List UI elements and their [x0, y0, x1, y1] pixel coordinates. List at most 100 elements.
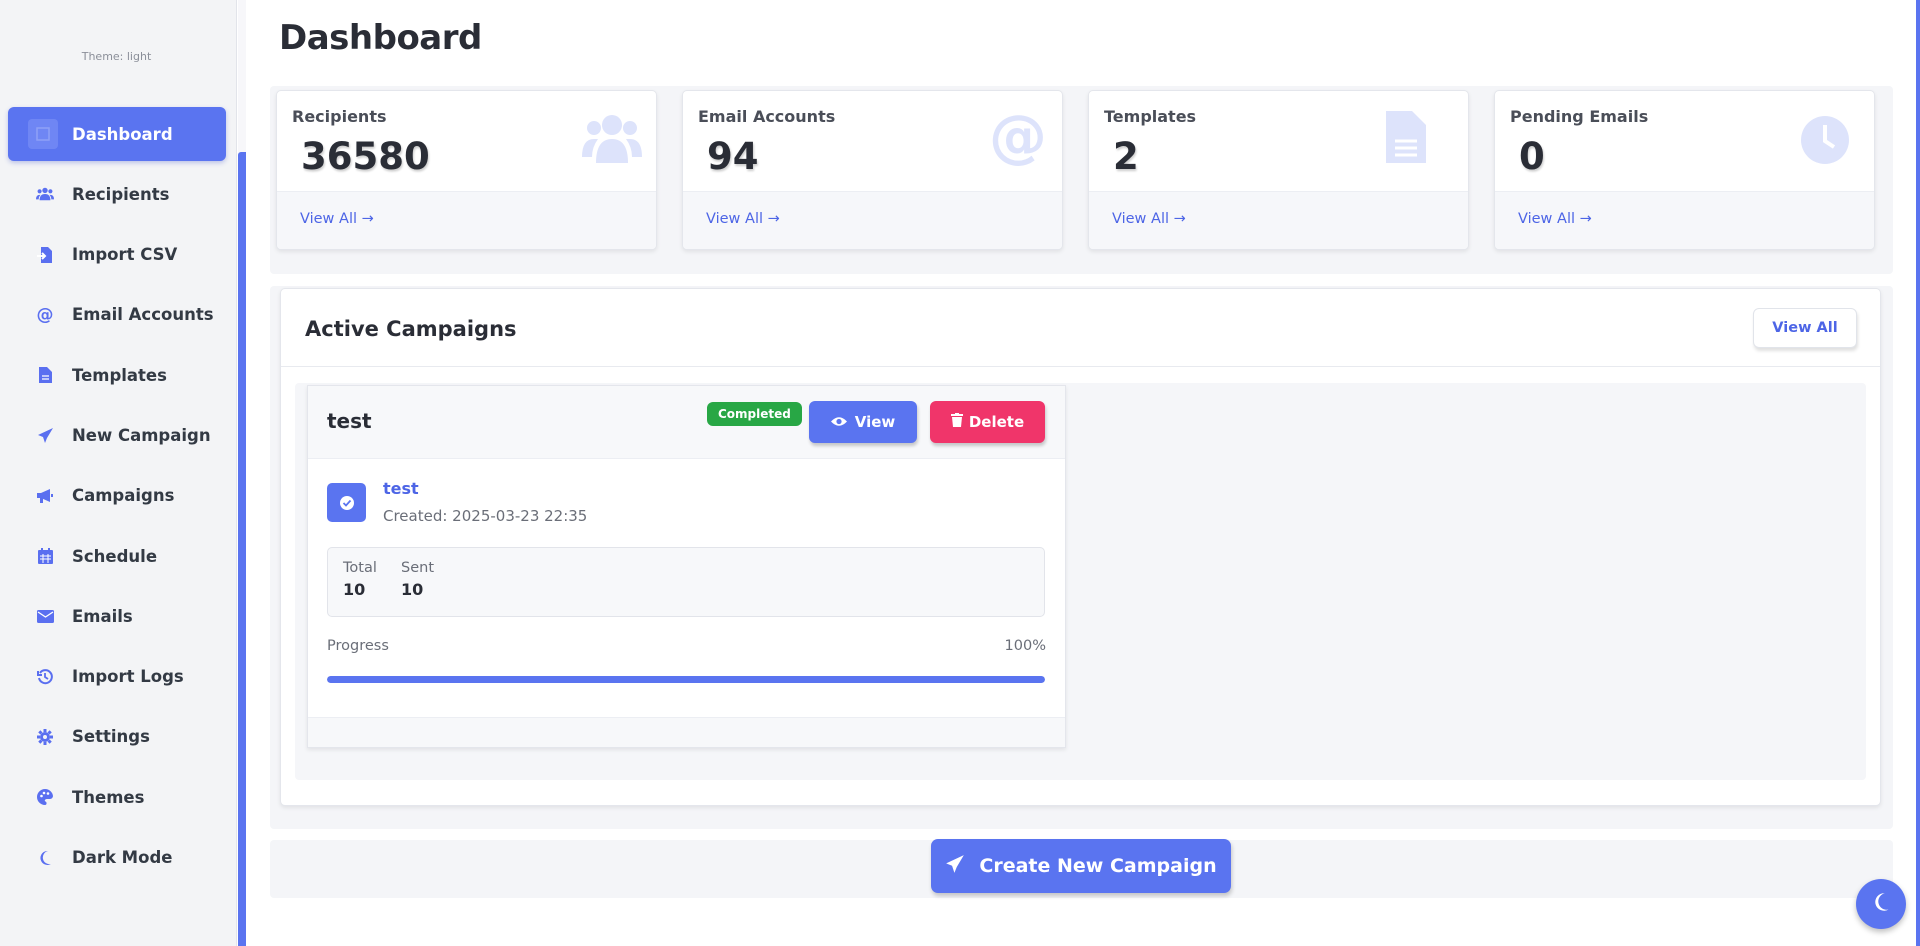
active-campaigns-title: Active Campaigns	[305, 317, 517, 341]
stat-footer: View All →	[1495, 191, 1874, 249]
sidebar-item-templates[interactable]: Templates	[8, 348, 226, 402]
page-title: Dashboard	[279, 18, 482, 58]
sidebar-item-recipients[interactable]: Recipients	[8, 167, 226, 221]
campaign-item: test Completed View Delete test Created:…	[307, 385, 1066, 748]
sidebar-item-label: Campaigns	[72, 486, 175, 506]
campaign-created-date: Created: 2025-03-23 22:35	[383, 507, 588, 525]
campaign-list: test Completed View Delete test Created:…	[295, 383, 1866, 780]
palette-icon	[36, 788, 54, 806]
stats-row: Recipients 36580 View All → Email Accoun…	[270, 86, 1893, 274]
page-scrollbar[interactable]	[1916, 0, 1920, 946]
progress-bar-fill	[327, 676, 1045, 683]
campaign-item-header: test Completed View Delete	[308, 386, 1065, 459]
sidebar: Theme: light Dashboard Recipients Import…	[0, 0, 237, 946]
status-badge: Completed	[707, 402, 802, 426]
calendar-icon	[36, 547, 54, 565]
stat-sent-value: 10	[401, 580, 424, 599]
eye-icon	[830, 413, 847, 431]
progress-label: Progress	[327, 638, 389, 654]
stat-title: Pending Emails	[1510, 107, 1649, 126]
sidebar-item-new-campaign[interactable]: New Campaign	[8, 408, 226, 462]
paper-plane-icon	[36, 426, 54, 444]
view-all-campaigns-button[interactable]: View All	[1753, 308, 1857, 348]
sidebar-item-label: Schedule	[72, 546, 158, 566]
trash-icon	[950, 413, 963, 431]
stat-card-recipients: Recipients 36580 View All →	[276, 90, 657, 250]
view-button-label: View	[854, 413, 896, 431]
campaign-name: test	[327, 409, 372, 433]
campaign-item-footer	[308, 717, 1065, 747]
sidebar-item-email-accounts[interactable]: @ Email Accounts	[8, 288, 226, 342]
active-campaigns-panel: Active Campaigns View All test Completed…	[270, 286, 1893, 829]
file-icon	[1386, 111, 1446, 171]
stat-card-email-accounts: Email Accounts 94 @ View All →	[682, 90, 1063, 250]
view-all-templates-link[interactable]: View All →	[1112, 211, 1186, 227]
stat-card-pending-emails: Pending Emails 0 View All →	[1494, 90, 1875, 250]
stat-total-value: 10	[343, 580, 366, 599]
view-campaign-button[interactable]: View	[809, 401, 917, 443]
check-circle-icon	[327, 483, 366, 522]
progress-percent: 100%	[1004, 638, 1046, 654]
main-content: Dashboard Recipients 36580 View All → Em…	[246, 0, 1920, 946]
sidebar-item-label: Email Accounts	[72, 305, 214, 325]
theme-label: Theme: light	[81, 50, 152, 63]
sidebar-item-label: Templates	[72, 365, 167, 385]
paper-plane-icon	[945, 854, 965, 879]
sidebar-item-label: Recipients	[72, 184, 170, 204]
moon-icon	[36, 849, 54, 867]
sidebar-item-import-logs[interactable]: Import Logs	[8, 650, 226, 704]
view-all-recipients-link[interactable]: View All →	[300, 211, 374, 227]
stat-footer: View All →	[1089, 191, 1468, 249]
users-icon	[582, 111, 642, 171]
sidebar-item-import-csv[interactable]: Import CSV	[8, 228, 226, 282]
stat-footer: View All →	[277, 191, 656, 249]
users-icon	[36, 185, 54, 203]
gear-icon	[36, 728, 54, 746]
stat-total-label: Total	[343, 560, 377, 576]
sidebar-item-label: Settings	[72, 727, 150, 747]
sidebar-item-emails[interactable]: Emails	[8, 589, 226, 643]
active-campaigns-header: Active Campaigns View All	[281, 289, 1880, 367]
stat-title: Recipients	[292, 107, 387, 126]
delete-campaign-button[interactable]: Delete	[930, 401, 1045, 443]
at-icon: @	[36, 304, 54, 325]
delete-button-label: Delete	[968, 413, 1025, 431]
campaign-link[interactable]: test	[383, 479, 419, 498]
campaign-stats: Total 10 Sent 10	[327, 547, 1045, 617]
sidebar-item-label: Themes	[72, 787, 145, 807]
history-icon	[36, 668, 54, 686]
dark-mode-toggle-button[interactable]	[1856, 879, 1906, 929]
stat-value: 2	[1113, 135, 1139, 178]
progress-bar	[327, 676, 1045, 683]
stat-footer: View All →	[683, 191, 1062, 249]
bullhorn-icon	[36, 487, 54, 505]
envelope-icon	[36, 607, 54, 625]
stat-title: Email Accounts	[698, 107, 836, 126]
file-import-icon	[36, 246, 54, 264]
stat-value: 0	[1519, 135, 1545, 178]
sidebar-item-dashboard[interactable]: Dashboard	[8, 107, 226, 161]
sidebar-item-dark-mode[interactable]: Dark Mode	[8, 831, 226, 885]
sidebar-item-campaigns[interactable]: Campaigns	[8, 469, 226, 523]
sidebar-item-schedule[interactable]: Schedule	[8, 529, 226, 583]
file-icon	[36, 366, 54, 384]
stat-value: 36580	[301, 135, 430, 178]
sidebar-nav: Dashboard Recipients Import CSV @ Email …	[8, 107, 226, 891]
clock-icon	[1800, 115, 1860, 175]
stat-value: 94	[707, 135, 759, 178]
view-all-pending-emails-link[interactable]: View All →	[1518, 211, 1592, 227]
sidebar-item-settings[interactable]: Settings	[8, 710, 226, 764]
create-new-campaign-button[interactable]: Create New Campaign	[931, 839, 1231, 893]
sidebar-item-label: Emails	[72, 606, 133, 626]
stat-card-templates: Templates 2 View All →	[1088, 90, 1469, 250]
view-all-email-accounts-link[interactable]: View All →	[706, 211, 780, 227]
moon-icon	[1872, 892, 1890, 916]
sidebar-item-label: New Campaign	[72, 425, 211, 445]
at-icon: @	[989, 102, 1047, 170]
sidebar-item-label: Import CSV	[72, 245, 178, 265]
sidebar-item-label: Dark Mode	[72, 848, 173, 868]
sidebar-item-themes[interactable]: Themes	[8, 770, 226, 824]
stat-title: Templates	[1104, 107, 1197, 126]
stat-sent-label: Sent	[401, 560, 435, 576]
sidebar-scrollbar[interactable]	[238, 152, 246, 946]
